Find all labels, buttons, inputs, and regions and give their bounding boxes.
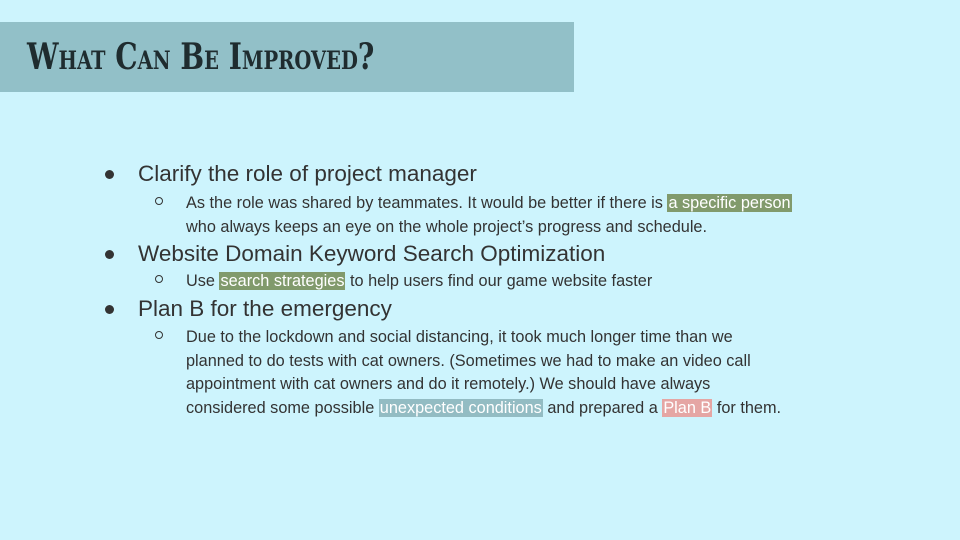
highlight-unexpected-conditions: unexpected conditions [378, 398, 543, 417]
text-run: and prepared a [542, 398, 663, 417]
hollow-circle-icon [155, 197, 163, 205]
sub-line: Use search strategies to help users find… [186, 270, 652, 294]
bullet-dot-icon [105, 169, 114, 179]
text-run: considered some possible [186, 398, 379, 417]
text-run: As the role was shared by teammates. It … [186, 194, 668, 212]
highlight-plan-b: Plan B [662, 398, 713, 417]
bullet-item-3: Plan B for the emergency [105, 296, 392, 322]
hollow-circle-icon [155, 275, 163, 283]
slide-content: Clarify the role of project manager As t… [0, 0, 960, 540]
sub-line: who always keeps an eye on the whole pro… [186, 217, 708, 236]
highlight-specific-person: a specific person [667, 194, 792, 212]
sub-line: planned to do tests with cat owners. (So… [186, 351, 751, 370]
bullet-heading: Clarify the role of project manager [138, 161, 477, 186]
sub-line: appointment with cat owners and do it re… [186, 375, 711, 393]
text-run: for them. [712, 398, 782, 417]
bullet-heading: Website Domain Keyword Search Optimizati… [138, 241, 606, 266]
sub-line: As the role was shared by teammates. It … [186, 192, 792, 216]
sub-line: considered some possible unexpected cond… [186, 397, 781, 421]
hollow-circle-icon [155, 331, 163, 339]
bullet-dot-icon [105, 249, 114, 259]
sub-line: Due to the lockdown and social distancin… [186, 328, 733, 346]
bullet-item-2: Website Domain Keyword Search Optimizati… [105, 241, 605, 267]
bullet-heading: Plan B for the emergency [138, 296, 392, 321]
text-run: Use [186, 272, 220, 290]
highlight-search-strategies: search strategies [219, 272, 346, 290]
text-run: to help users find our game website fast… [345, 272, 653, 290]
bullet-dot-icon [105, 304, 114, 314]
bullet-item-1: Clarify the role of project manager [105, 161, 477, 187]
